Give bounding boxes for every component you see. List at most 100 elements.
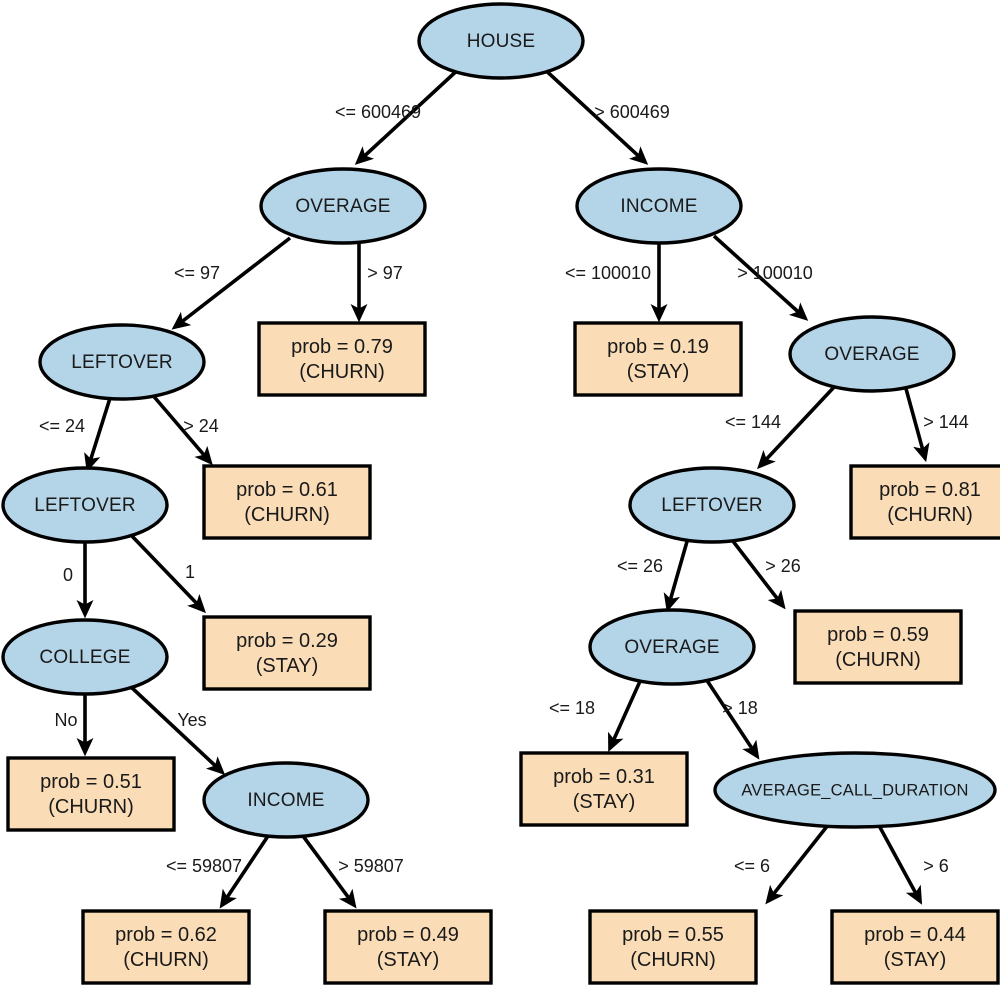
edge-rrll-left	[608, 678, 643, 752]
node-income-bottom-left[interactable]: INCOME	[202, 761, 370, 839]
leaf-prob-019-shape	[573, 321, 743, 397]
leaf-prob-059-class: (CHURN)	[835, 649, 921, 671]
leaf-prob-049: prob = 0.49 (STAY)	[323, 909, 493, 985]
leaf-prob-062-value: prob = 0.62	[115, 924, 217, 946]
edge-label-rrl-left: <= 26	[617, 556, 663, 576]
leaf-prob-061-class: (CHURN)	[244, 504, 330, 526]
nodes-layer: HOUSE OVERAGE INCOME LEFTOVER prob = 0.7…	[1, 2, 1000, 985]
node-leftover-l3-label: LEFTOVER	[71, 352, 173, 373]
edge-label-root-left: <= 600469	[335, 102, 421, 122]
leaf-prob-055-shape	[588, 909, 758, 985]
leaf-prob-049-shape	[323, 909, 493, 985]
edge-label-llll-right: Yes	[177, 710, 206, 730]
leaf-prob-062-shape	[81, 909, 251, 985]
leaf-prob-019-value: prob = 0.19	[607, 336, 709, 358]
leaf-prob-031-value: prob = 0.31	[553, 766, 655, 788]
leaf-prob-059: prob = 0.59 (CHURN)	[793, 609, 963, 685]
edge-label-root-right: > 600469	[594, 102, 670, 122]
leaf-prob-044-class: (STAY)	[884, 949, 947, 971]
edge-label-r-left: <= 100010	[565, 263, 651, 283]
leaf-prob-061-shape	[202, 464, 372, 540]
node-leftover-r4[interactable]: LEFTOVER	[628, 466, 796, 544]
decision-tree-diagram: <= 600469 > 600469 <= 97 > 97 <= 24 > 24…	[0, 0, 1000, 992]
node-leftover-l4[interactable]: LEFTOVER	[1, 466, 169, 544]
leaf-prob-029-class: (STAY)	[256, 655, 319, 677]
leaf-prob-051: prob = 0.51 (CHURN)	[6, 756, 176, 832]
edge-label-rr-left: <= 144	[725, 412, 781, 432]
leaf-prob-081-value: prob = 0.81	[879, 479, 981, 501]
leaf-prob-059-shape	[793, 609, 963, 685]
edge-label-llll-left: No	[54, 710, 77, 730]
edge-label-rrll-left: <= 18	[549, 698, 595, 718]
node-overage-r5[interactable]: OVERAGE	[588, 608, 756, 686]
edge-label-llllr-left: <= 59807	[166, 856, 242, 876]
leaf-prob-044-shape	[830, 909, 1000, 985]
edge-label-l-left: <= 97	[174, 263, 220, 283]
leaf-prob-079-shape	[257, 321, 427, 397]
leaf-prob-081-class: (CHURN)	[887, 504, 973, 526]
leaf-prob-049-class: (STAY)	[377, 949, 440, 971]
edge-rrl-left	[663, 537, 690, 613]
node-overage-r3[interactable]: OVERAGE	[788, 315, 956, 393]
leaf-prob-055-class: (CHURN)	[630, 949, 716, 971]
leaf-prob-044: prob = 0.44 (STAY)	[830, 909, 1000, 985]
leaf-prob-059-value: prob = 0.59	[827, 624, 929, 646]
leaf-prob-029: prob = 0.29 (STAY)	[202, 615, 372, 691]
leaf-prob-031: prob = 0.31 (STAY)	[519, 751, 689, 827]
edge-label-lll-left: 0	[63, 565, 73, 585]
leaf-prob-079-value: prob = 0.79	[291, 336, 393, 358]
node-overage-left[interactable]: OVERAGE	[259, 167, 427, 245]
edge-label-rrll-right: > 18	[722, 698, 758, 718]
leaf-prob-051-value: prob = 0.51	[40, 771, 142, 793]
node-income-bottom-left-label: INCOME	[247, 790, 324, 811]
edge-label-ll-right: > 24	[183, 416, 219, 436]
edge-label-ll-left: <= 24	[39, 416, 85, 436]
node-average-call-duration[interactable]: AVERAGE_CALL_DURATION	[713, 751, 997, 829]
node-overage-r3-label: OVERAGE	[824, 344, 919, 365]
edge-rrllr-right	[874, 819, 923, 905]
edge-label-rr-right: > 144	[923, 412, 969, 432]
edge-label-rrllr-right: > 6	[923, 856, 949, 876]
edge-label-rrl-right: > 26	[765, 556, 801, 576]
leaf-prob-051-class: (CHURN)	[48, 796, 134, 818]
node-income-right[interactable]: INCOME	[575, 167, 743, 245]
edge-label-l-right: > 97	[367, 263, 403, 283]
leaf-prob-049-value: prob = 0.49	[357, 924, 459, 946]
leaf-prob-029-shape	[202, 615, 372, 691]
leaf-prob-044-value: prob = 0.44	[864, 924, 966, 946]
node-overage-left-label: OVERAGE	[295, 196, 390, 217]
leaf-prob-079-class: (CHURN)	[299, 361, 385, 383]
node-average-call-duration-label: AVERAGE_CALL_DURATION	[741, 781, 968, 799]
leaf-prob-061: prob = 0.61 (CHURN)	[202, 464, 372, 540]
leaf-prob-081: prob = 0.81 (CHURN)	[849, 464, 1000, 540]
edge-label-r-right: > 100010	[737, 263, 813, 283]
edge-label-llllr-right: > 59807	[338, 856, 404, 876]
node-house-label: HOUSE	[467, 31, 536, 52]
leaf-prob-055-value: prob = 0.55	[622, 924, 724, 946]
leaf-prob-062-class: (CHURN)	[123, 949, 209, 971]
leaf-prob-081-shape	[849, 464, 1000, 540]
node-house[interactable]: HOUSE	[417, 2, 585, 80]
leaf-prob-079: prob = 0.79 (CHURN)	[257, 321, 427, 397]
leaf-prob-019-class: (STAY)	[627, 361, 690, 383]
node-leftover-r4-label: LEFTOVER	[661, 495, 763, 516]
leaf-prob-031-class: (STAY)	[573, 791, 636, 813]
edge-rr-right	[903, 384, 930, 463]
node-college-label: COLLEGE	[39, 647, 130, 668]
leaf-prob-051-shape	[6, 756, 176, 832]
leaf-prob-019: prob = 0.19 (STAY)	[573, 321, 743, 397]
node-leftover-l4-label: LEFTOVER	[34, 495, 136, 516]
node-college[interactable]: COLLEGE	[1, 618, 169, 696]
leaf-prob-055: prob = 0.55 (CHURN)	[588, 909, 758, 985]
node-overage-r5-label: OVERAGE	[624, 637, 719, 658]
leaf-prob-061-value: prob = 0.61	[236, 479, 338, 501]
edge-label-lll-right: 1	[185, 562, 195, 582]
leaf-prob-062: prob = 0.62 (CHURN)	[81, 909, 251, 985]
edge-ll-left	[84, 394, 113, 473]
edge-rrllr-left	[765, 818, 834, 905]
node-income-right-label: INCOME	[620, 196, 697, 217]
leaf-prob-031-shape	[519, 751, 689, 827]
leaf-prob-029-value: prob = 0.29	[236, 630, 338, 652]
edge-label-rrllr-left: <= 6	[734, 856, 770, 876]
node-leftover-l3[interactable]: LEFTOVER	[38, 323, 206, 401]
